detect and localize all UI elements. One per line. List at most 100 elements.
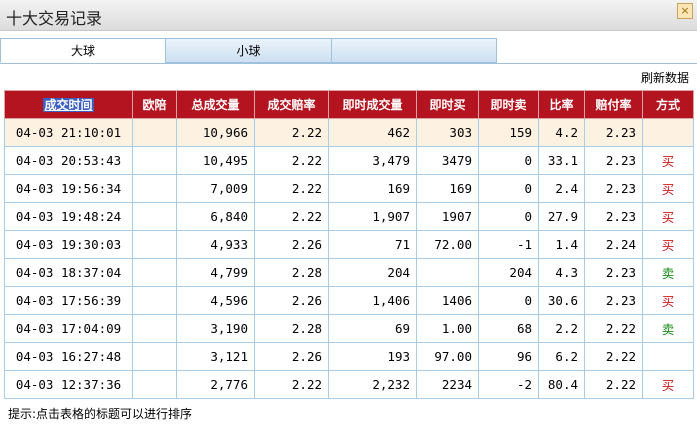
trade-table: 成交时间 欧陪 总成交量 成交赔率 即时成交量 即时买 即时卖 比率 赔付率 方…	[4, 90, 694, 399]
cell-mode	[642, 118, 694, 147]
header-instant-buy[interactable]: 即时买	[416, 90, 479, 119]
refresh-link[interactable]: 刷新数据	[641, 69, 689, 86]
tab-small-ball[interactable]: 小球	[165, 38, 332, 63]
cell-ratio: 27.9	[538, 202, 585, 231]
cell-instant-volume: 2,232	[328, 370, 417, 399]
cell-instant-buy: 303	[416, 118, 479, 147]
header-mode[interactable]: 方式	[642, 90, 694, 119]
table-row: 04-03 17:56:39 4,596 2.26 1,406 1406 0 30.6 2.2…	[4, 286, 694, 315]
header-euro-odds[interactable]: 欧陪	[132, 90, 177, 119]
header-trade-odds[interactable]: 成交赔率	[254, 90, 329, 119]
cell-euro-odds	[132, 370, 177, 399]
header-instant-volume[interactable]: 即时成交量	[328, 90, 417, 119]
cell-instant-volume: 193	[328, 342, 417, 371]
cell-euro-odds	[132, 258, 177, 287]
cell-trade-odds: 2.26	[254, 230, 329, 259]
cell-trade-time: 04-03 17:04:09	[4, 314, 133, 343]
cell-trade-odds: 2.22	[254, 370, 329, 399]
cell-instant-sell: 0	[478, 146, 539, 175]
table-row: 04-03 12:37:36 2,776 2.22 2,232 2234 -2 80.4 2.…	[4, 370, 694, 399]
cell-total-volume: 4,799	[176, 258, 255, 287]
cell-payout-rate: 2.23	[584, 202, 643, 231]
header-trade-time[interactable]: 成交时间	[4, 90, 133, 119]
cell-mode: 卖	[642, 314, 694, 343]
cell-trade-time: 04-03 19:30:03	[4, 230, 133, 259]
cell-ratio: 4.3	[538, 258, 585, 287]
cell-mode: 卖	[642, 258, 694, 287]
cell-euro-odds	[132, 174, 177, 203]
cell-payout-rate: 2.23	[584, 146, 643, 175]
cell-total-volume: 2,776	[176, 370, 255, 399]
cell-payout-rate: 2.24	[584, 230, 643, 259]
table-row: 04-03 17:04:09 3,190 2.28 69 1.00 68 2.2 2.22 卖	[4, 314, 694, 343]
cell-mode: 买	[642, 174, 694, 203]
tab-empty[interactable]	[331, 38, 497, 63]
cell-trade-odds: 2.22	[254, 202, 329, 231]
cell-trade-time: 04-03 12:37:36	[4, 370, 133, 399]
cell-payout-rate: 2.23	[584, 258, 643, 287]
cell-instant-volume: 204	[328, 258, 417, 287]
cell-instant-volume: 69	[328, 314, 417, 343]
table-header-row: 成交时间 欧陪 总成交量 成交赔率 即时成交量 即时买 即时卖 比率 赔付率 方…	[4, 90, 694, 119]
cell-trade-odds: 2.26	[254, 286, 329, 315]
cell-instant-sell: 0	[478, 286, 539, 315]
header-instant-sell[interactable]: 即时卖	[478, 90, 539, 119]
cell-instant-volume: 1,907	[328, 202, 417, 231]
cell-trade-time: 04-03 20:53:43	[4, 146, 133, 175]
cell-total-volume: 10,495	[176, 146, 255, 175]
cell-ratio: 2.2	[538, 314, 585, 343]
cell-trade-odds: 2.22	[254, 174, 329, 203]
cell-trade-time: 04-03 19:48:24	[4, 202, 133, 231]
table-row: 04-03 16:27:48 3,121 2.26 193 97.00 96 6.2 2.22	[4, 342, 694, 371]
cell-mode: 买	[642, 286, 694, 315]
cell-ratio: 1.4	[538, 230, 585, 259]
table-row: 04-03 20:53:43 10,495 2.22 3,479 3479 0 33.1 2.…	[4, 146, 694, 175]
cell-payout-rate: 2.23	[584, 118, 643, 147]
table-row: 04-03 18:37:04 4,799 2.28 204 204 4.3 2.23 卖	[4, 258, 694, 287]
title-bar: 十大交易记录 ×	[0, 0, 697, 31]
cell-trade-time: 04-03 19:56:34	[4, 174, 133, 203]
cell-instant-sell: -1	[478, 230, 539, 259]
cell-instant-buy: 72.00	[416, 230, 479, 259]
cell-trade-time: 04-03 21:10:01	[4, 118, 133, 147]
cell-instant-volume: 169	[328, 174, 417, 203]
cell-payout-rate: 2.23	[584, 174, 643, 203]
header-payout-rate[interactable]: 赔付率	[584, 90, 643, 119]
cell-instant-buy: 1406	[416, 286, 479, 315]
cell-payout-rate: 2.22	[584, 314, 643, 343]
cell-instant-sell: -2	[478, 370, 539, 399]
cell-mode: 买	[642, 202, 694, 231]
cell-instant-buy: 1.00	[416, 314, 479, 343]
table-row: 04-03 19:48:24 6,840 2.22 1,907 1907 0 27.9 2.2…	[4, 202, 694, 231]
cell-total-volume: 10,966	[176, 118, 255, 147]
cell-trade-odds: 2.26	[254, 342, 329, 371]
cell-instant-volume: 1,406	[328, 286, 417, 315]
cell-total-volume: 3,121	[176, 342, 255, 371]
cell-euro-odds	[132, 202, 177, 231]
cell-instant-sell: 0	[478, 174, 539, 203]
cell-instant-volume: 462	[328, 118, 417, 147]
cell-total-volume: 4,933	[176, 230, 255, 259]
cell-instant-buy: 3479	[416, 146, 479, 175]
cell-trade-odds: 2.28	[254, 258, 329, 287]
cell-payout-rate: 2.22	[584, 370, 643, 399]
cell-mode: 买	[642, 146, 694, 175]
cell-instant-sell: 0	[478, 202, 539, 231]
cell-ratio: 4.2	[538, 118, 585, 147]
cell-total-volume: 3,190	[176, 314, 255, 343]
cell-ratio: 2.4	[538, 174, 585, 203]
cell-mode: 买	[642, 230, 694, 259]
close-icon[interactable]: ×	[677, 3, 693, 19]
cell-payout-rate: 2.23	[584, 286, 643, 315]
cell-euro-odds	[132, 342, 177, 371]
cell-instant-sell: 159	[478, 118, 539, 147]
cell-ratio: 6.2	[538, 342, 585, 371]
cell-ratio: 33.1	[538, 146, 585, 175]
cell-instant-sell: 204	[478, 258, 539, 287]
cell-euro-odds	[132, 314, 177, 343]
header-total-volume[interactable]: 总成交量	[176, 90, 255, 119]
cell-trade-odds: 2.28	[254, 314, 329, 343]
tab-big-ball[interactable]: 大球	[0, 38, 166, 63]
header-ratio[interactable]: 比率	[538, 90, 585, 119]
cell-euro-odds	[132, 146, 177, 175]
